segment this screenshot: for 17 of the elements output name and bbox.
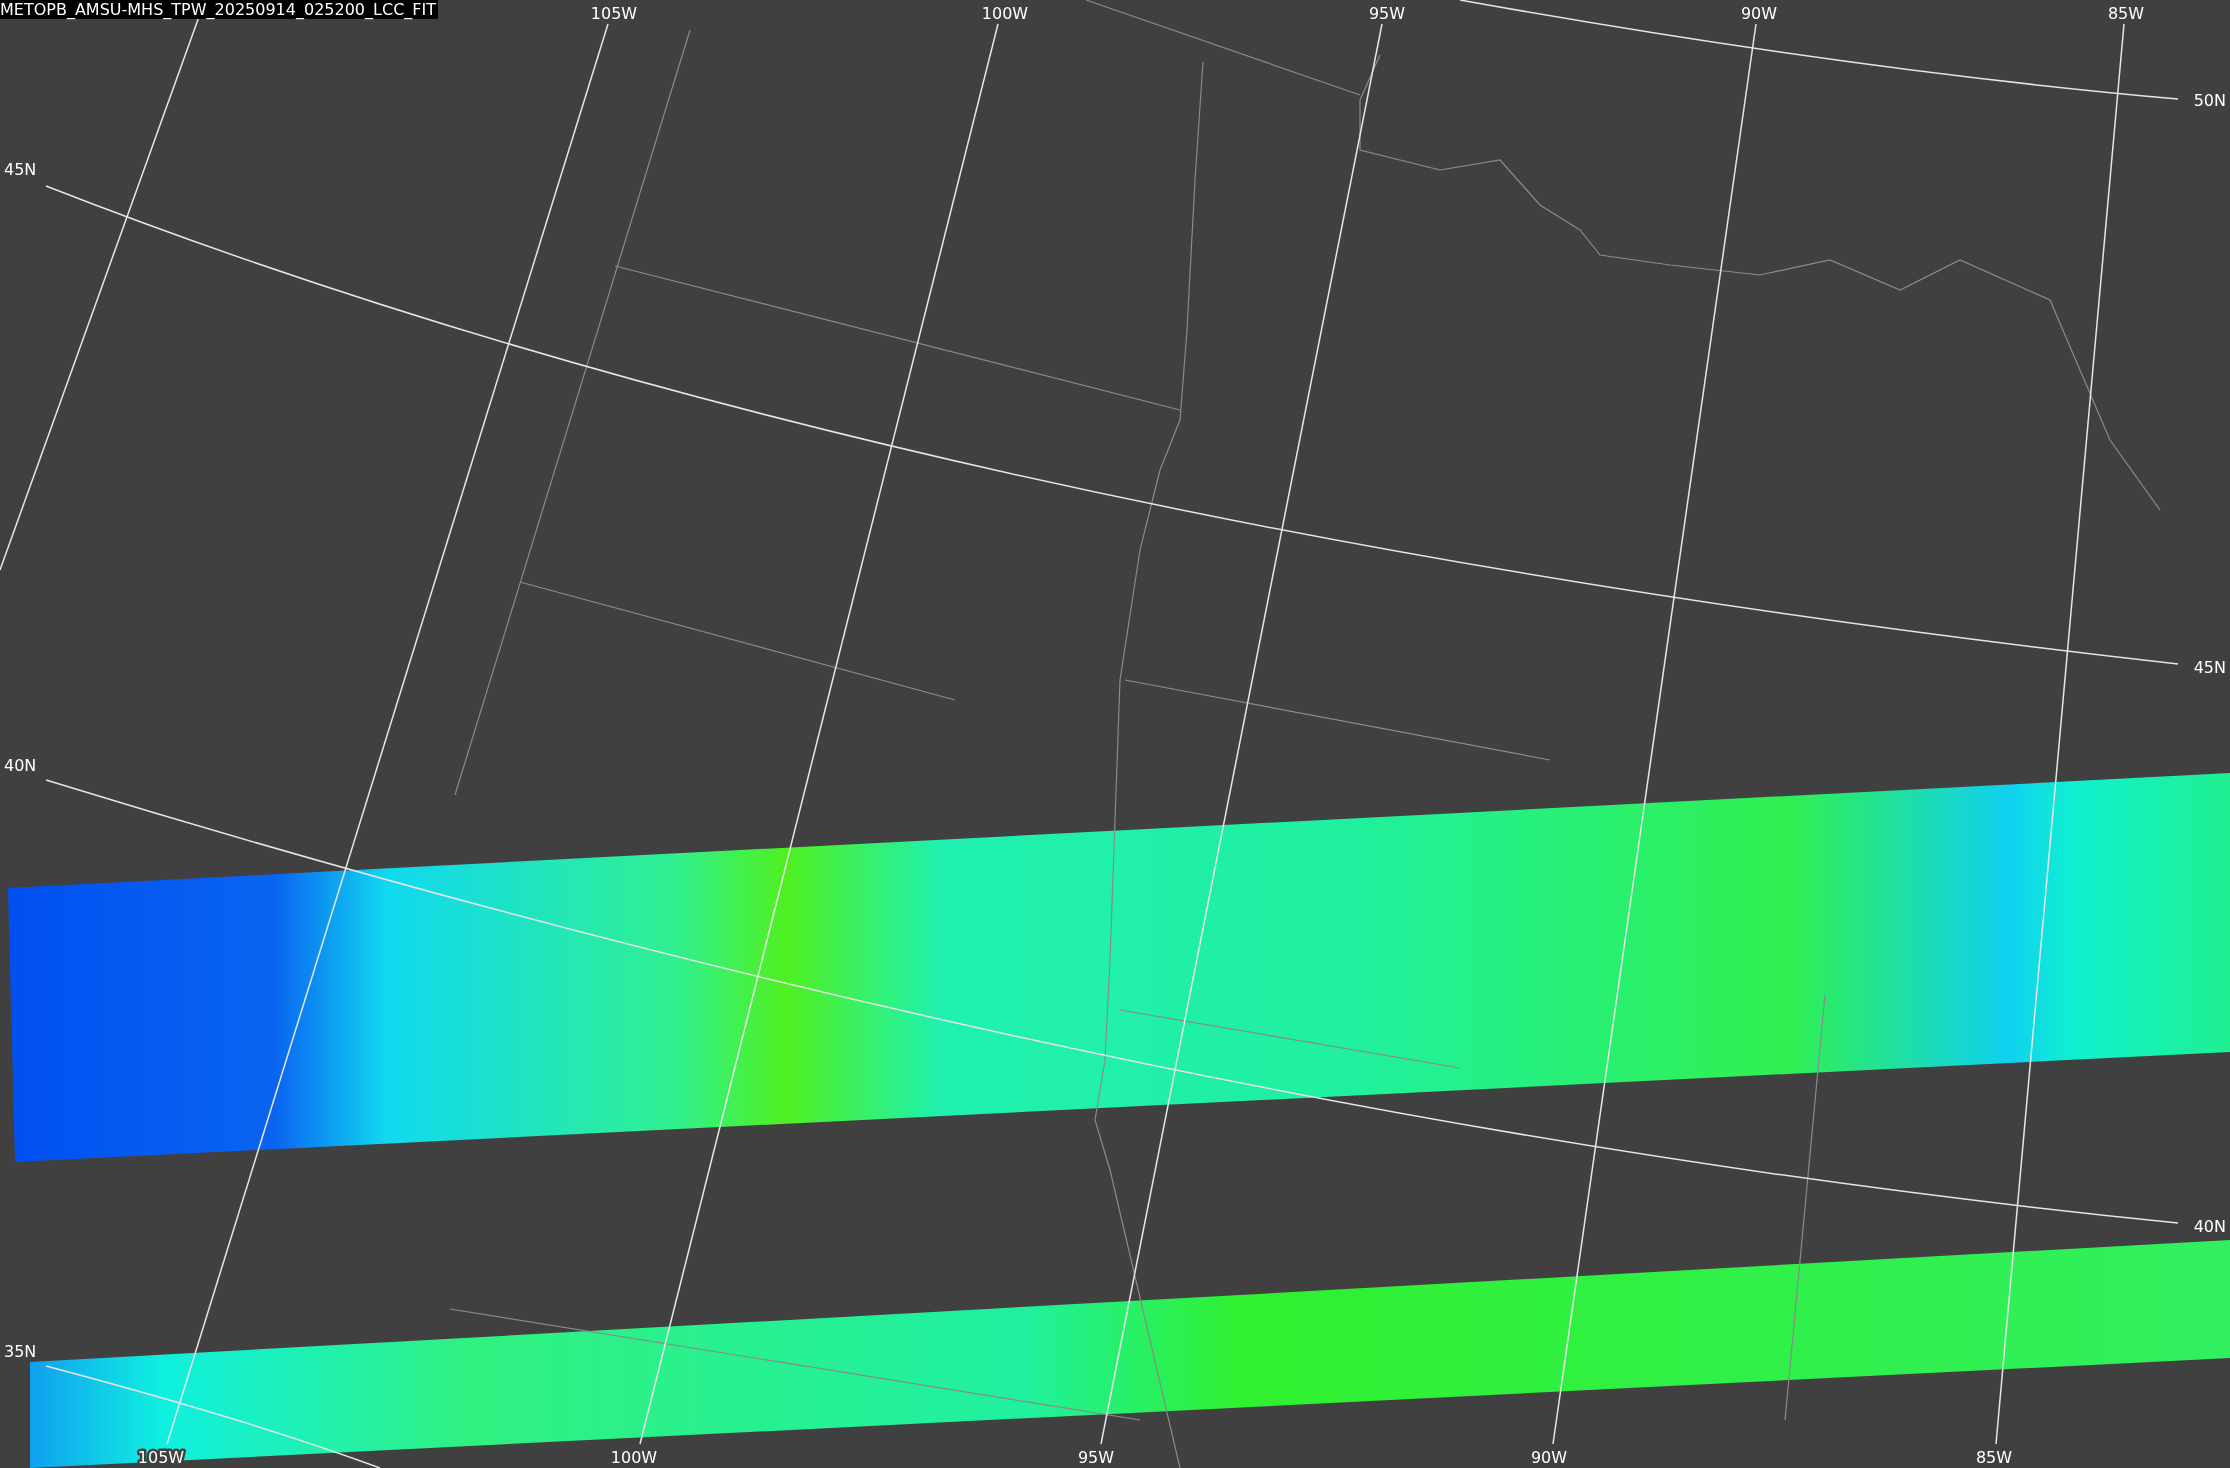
longitude-label: 105W xyxy=(590,4,638,23)
longitude-label: 90W xyxy=(1740,4,1778,23)
longitude-label: 100W xyxy=(610,1448,658,1467)
latitude-label: 40N xyxy=(2193,1217,2226,1236)
longitude-label: 100W xyxy=(981,4,1029,23)
latitude-label: 45N xyxy=(4,160,37,179)
latitude-label: 50N xyxy=(2193,91,2226,110)
longitude-label: 85W xyxy=(1975,1448,2013,1467)
longitude-label: 95W xyxy=(1368,4,1406,23)
longitude-label: 90W xyxy=(1530,1448,1568,1467)
latitude-label: 45N xyxy=(2193,658,2226,677)
longitude-label: 105W xyxy=(137,1448,185,1467)
longitude-label: 95W xyxy=(1077,1448,1115,1467)
longitude-label: 85W xyxy=(2107,4,2145,23)
latitude-label: 40N xyxy=(4,756,37,775)
map-title: METOPB_AMSU-MHS_TPW_20250914_025200_LCC_FIT xyxy=(0,0,438,19)
latitude-label: 35N xyxy=(4,1342,37,1361)
